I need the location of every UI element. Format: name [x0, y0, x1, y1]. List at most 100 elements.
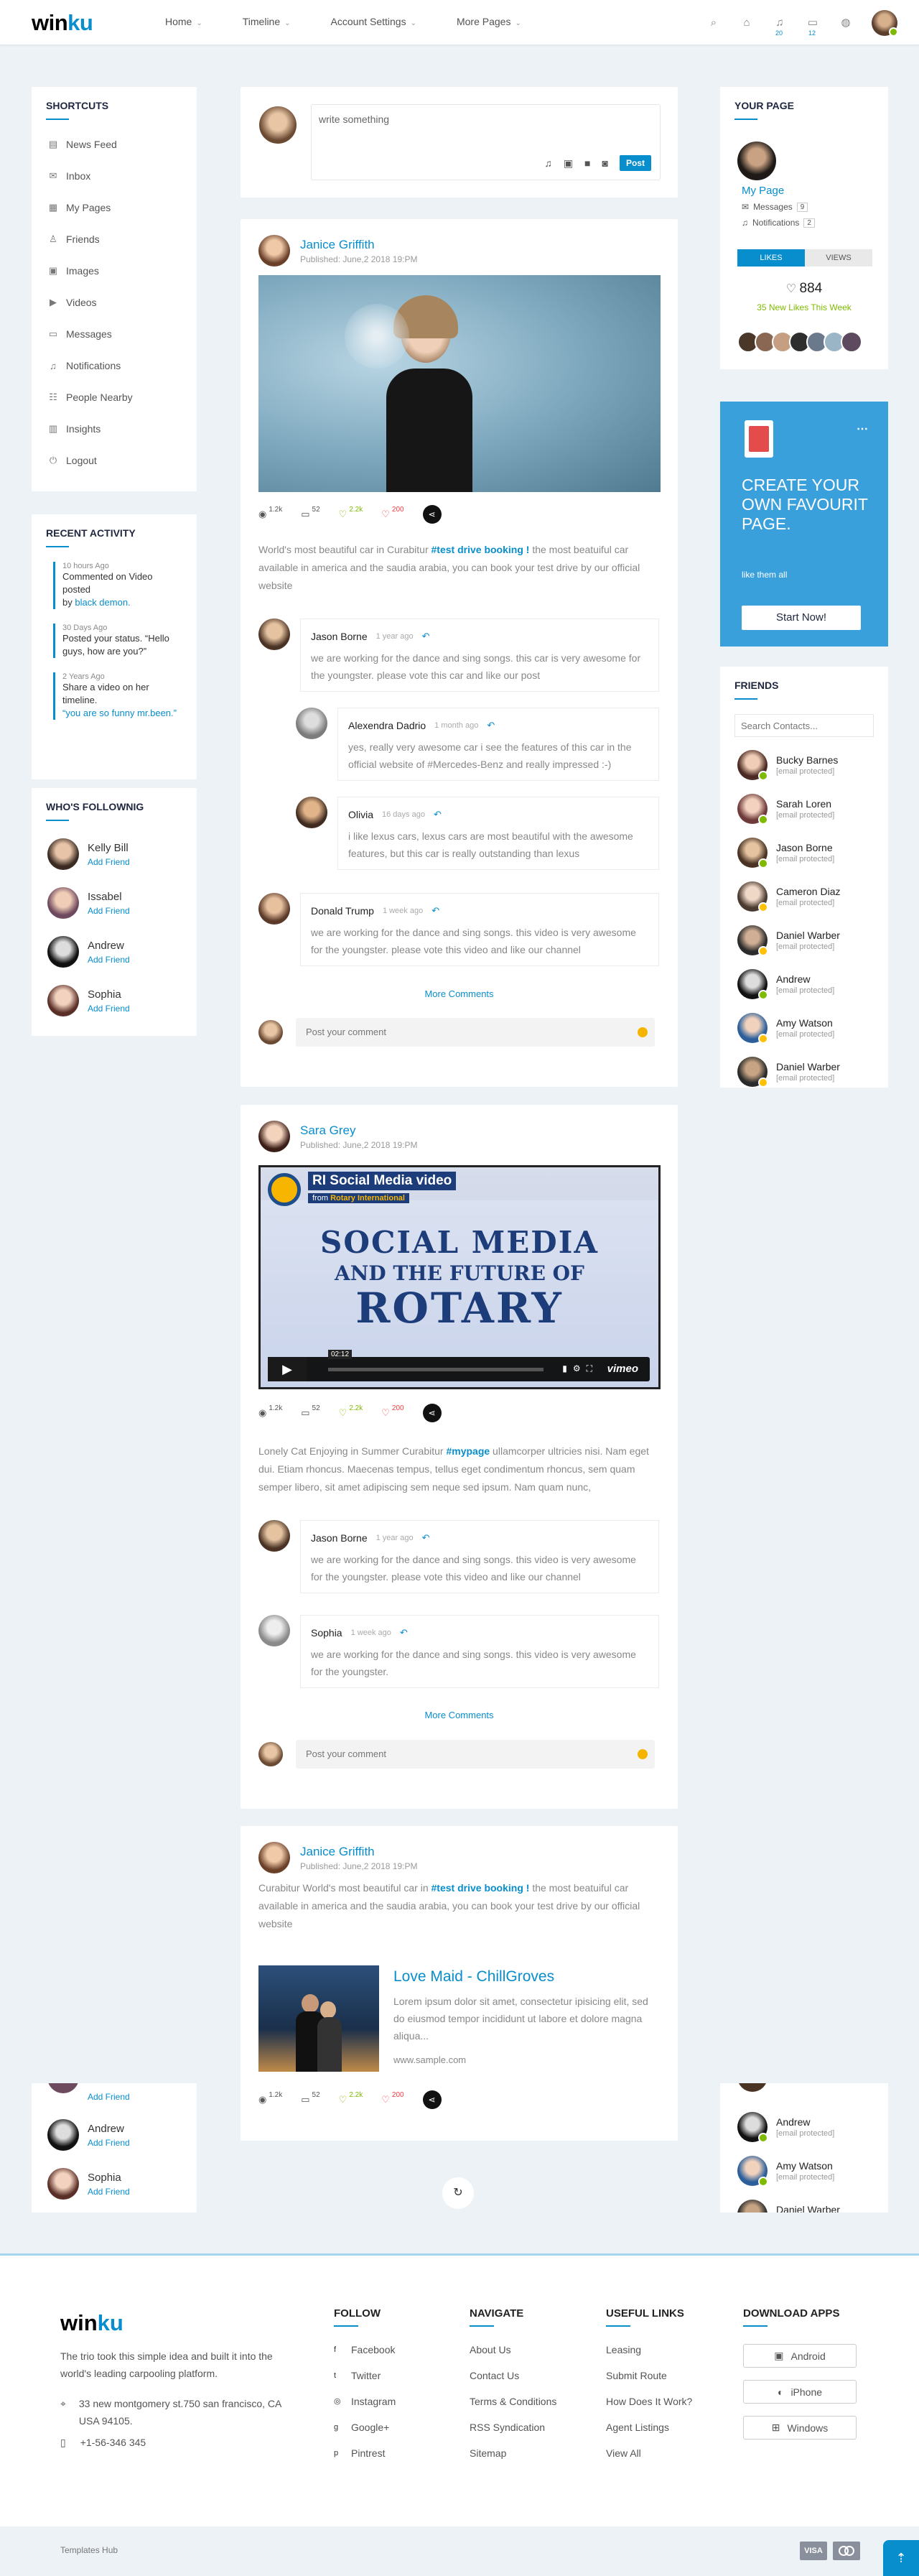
avatar[interactable] [258, 618, 290, 650]
share-icon[interactable]: ⋖ [422, 1404, 442, 1422]
dislikes-stat[interactable]: ♡ 200 [381, 1404, 403, 1419]
friend-name[interactable]: Andrew [776, 973, 834, 985]
page-messages[interactable]: ✉ Messages 9 [742, 202, 808, 212]
likes-stat[interactable]: ♡ 2.2k [339, 506, 363, 520]
friend-item[interactable]: Daniel Warber[email protected] [720, 1050, 888, 1088]
nav-more-pages[interactable]: More Pages ⌄ [457, 16, 521, 27]
page-name[interactable]: My Page [742, 185, 784, 197]
link-title[interactable]: Love Maid - ChillGroves [393, 1968, 661, 1986]
friend-name[interactable]: Cameron Diaz [776, 886, 840, 897]
more-comments-link[interactable]: More Comments [241, 988, 678, 999]
refresh-icon[interactable]: ↻ [442, 2177, 474, 2209]
avatar[interactable] [737, 2155, 768, 2187]
avatar[interactable] [737, 881, 768, 912]
reply-icon[interactable]: ↶ [434, 806, 442, 823]
views-stat[interactable]: ◉ 1.2k [258, 2091, 282, 2105]
comments-stat[interactable]: ▭ 52 [301, 506, 319, 520]
avatar[interactable] [47, 985, 79, 1016]
follow-link-google-[interactable]: g Google+ [334, 2414, 396, 2440]
avatar[interactable] [737, 837, 768, 868]
avatar[interactable] [258, 1520, 290, 1552]
hashtag[interactable]: #test drive booking ! [431, 544, 530, 555]
share-icon[interactable]: ⋖ [422, 505, 442, 524]
friend-name[interactable]: Daniel Warber [776, 1061, 840, 1072]
reply-icon[interactable]: ↶ [400, 1624, 408, 1641]
video-player[interactable]: RI Social Media video from Rotary Intern… [258, 1165, 661, 1389]
follow-link-pintrest[interactable]: p Pintrest [334, 2440, 396, 2466]
views-stat[interactable]: ◉ 1.2k [258, 506, 282, 520]
friend-item[interactable]: Amy Watson [email protected] [720, 2149, 888, 2192]
activity-link[interactable]: black demon. [75, 597, 130, 608]
avatar[interactable] [47, 838, 79, 870]
video-icon[interactable]: ■ [584, 157, 590, 169]
nav-link-terms-conditions[interactable]: Terms & Conditions [470, 2389, 556, 2414]
likes-stat[interactable]: ♡ 2.2k [339, 2091, 363, 2105]
link-url[interactable]: www.sample.com [393, 2054, 661, 2065]
sidebar-item-inbox[interactable]: ✉ Inbox [32, 160, 197, 192]
footer-logo[interactable]: winku [60, 2310, 123, 2336]
progress-bar[interactable] [328, 1368, 544, 1371]
composer-input[interactable]: write something [319, 113, 389, 125]
sidebar-item-insights[interactable]: ▥ Insights [32, 413, 197, 445]
avatar[interactable] [737, 2199, 768, 2213]
nav-link-rss-syndication[interactable]: RSS Syndication [470, 2414, 556, 2440]
dislikes-stat[interactable]: ♡ 200 [381, 506, 403, 520]
home-icon[interactable]: ⌂ [740, 16, 754, 30]
useful-link-how-does-it-work-[interactable]: How Does It Work? [606, 2389, 692, 2414]
more-icon[interactable]: ⋯ [857, 422, 868, 436]
friend-name[interactable]: Amy Watson [776, 1017, 834, 1029]
friend-item[interactable]: Andrew [email protected] [720, 962, 888, 1006]
avatar[interactable] [47, 936, 79, 968]
nav-link-about-us[interactable]: About Us [470, 2337, 556, 2363]
post-button[interactable]: Post [619, 155, 651, 171]
start-now-button[interactable]: Start Now! [742, 606, 861, 630]
reply-icon[interactable]: ↶ [422, 628, 430, 645]
avatar[interactable] [47, 2168, 79, 2200]
activity-link[interactable]: “you are so funny mr.been.” [62, 708, 177, 718]
tab-likes[interactable]: LIKES [737, 249, 805, 267]
friend-item[interactable]: Daniel Warber[email protected] [720, 2192, 888, 2213]
useful-link-leasing[interactable]: Leasing [606, 2337, 692, 2363]
nav-link-sitemap[interactable]: Sitemap [470, 2440, 556, 2466]
page-avatar[interactable] [737, 142, 776, 180]
avatar[interactable] [737, 2111, 768, 2143]
avatar[interactable] [258, 893, 290, 925]
post-image[interactable] [258, 275, 661, 492]
avatar[interactable] [737, 793, 768, 825]
author-name[interactable]: Janice Griffith [300, 238, 417, 252]
avatar[interactable] [296, 708, 327, 739]
avatar[interactable] [47, 2119, 79, 2151]
more-comments-link[interactable]: More Comments [241, 1710, 678, 1720]
author-avatar[interactable] [258, 1121, 290, 1152]
author-avatar[interactable] [258, 1842, 290, 1873]
avatar[interactable] [296, 797, 327, 828]
useful-link-agent-listings[interactable]: Agent Listings [606, 2414, 692, 2440]
follow-link-instagram[interactable]: ◎ Instagram [334, 2389, 396, 2414]
friend-item[interactable]: Bucky Barnes [email protected] [720, 743, 888, 787]
avatar[interactable] [258, 1615, 290, 1646]
bell-icon[interactable]: ♫ 20 [773, 16, 787, 37]
avatar[interactable] [47, 887, 79, 919]
avatar[interactable] [737, 1056, 768, 1088]
sidebar-item-messages[interactable]: ▭ Messages [32, 318, 197, 350]
video-title[interactable]: RI Social Media video [308, 1172, 457, 1190]
follow-link-facebook[interactable]: f Facebook [334, 2337, 396, 2363]
hashtag[interactable]: #test drive booking ! [431, 1882, 530, 1894]
add-friend-link[interactable]: Add Friend [88, 857, 130, 867]
likes-stat[interactable]: ♡ 2.2k [339, 1404, 363, 1419]
nav-timeline[interactable]: Timeline ⌄ [243, 16, 291, 27]
tab-views[interactable]: VIEWS [805, 249, 872, 267]
search-contacts-input[interactable]: Search Contacts... [734, 714, 874, 737]
author-avatar[interactable] [258, 235, 290, 267]
scroll-top-icon[interactable]: ⇡ [883, 2540, 919, 2576]
useful-link-submit-route[interactable]: Submit Route [606, 2363, 692, 2389]
composer-box[interactable]: write something ♫ ▣ ■ ◙ Post [311, 104, 661, 180]
globe-icon[interactable]: ◍ [839, 16, 853, 30]
comments-stat[interactable]: ▭ 52 [301, 1404, 319, 1419]
friend-name[interactable]: Bucky Barnes [776, 754, 838, 766]
avatar[interactable] [737, 968, 768, 1000]
windows-button[interactable]: ⊞ Windows [743, 2416, 857, 2440]
views-stat[interactable]: ◉ 1.2k [258, 1404, 282, 1419]
friend-name[interactable]: Daniel Warber [776, 930, 840, 941]
page-notifications[interactable]: ♫ Notifications 2 [742, 218, 815, 228]
